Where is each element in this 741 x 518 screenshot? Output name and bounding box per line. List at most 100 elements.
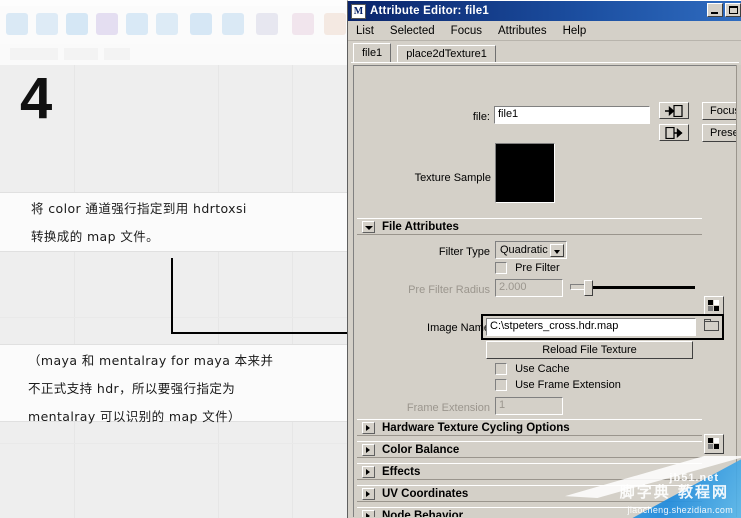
frame-extension-label: Frame Extension <box>406 402 490 414</box>
section-header-node-behavior[interactable]: Node Behavior <box>357 507 702 517</box>
arrow-out-of-box-icon <box>665 126 683 139</box>
tutorial-paren-line-1: （maya 和 mentalray for maya 本来并 <box>28 353 274 368</box>
toolbar-icon-4 <box>96 13 118 35</box>
toolbar-icon-2 <box>36 13 58 35</box>
tutorial-paren-line-2: 不正式支持 hdr，所以要强行指定为 <box>28 381 236 396</box>
image-name-input[interactable]: C:\stpeters_cross.hdr.map <box>486 318 696 336</box>
pre-filter-radius-map-button[interactable] <box>704 296 724 316</box>
screenshot-root: 4 将 color 通道强行指定到用 hdrtoxsi 转换成的 map 文件。… <box>0 0 741 518</box>
node-tabs: file1 place2dTexture1 <box>353 43 496 62</box>
save-attributes-button[interactable] <box>659 124 689 141</box>
load-attributes-button[interactable] <box>659 102 689 119</box>
section-title-file-attributes: File Attributes <box>382 220 459 233</box>
page-guide-h-2 <box>0 443 347 444</box>
menu-list[interactable]: List <box>356 24 382 38</box>
chevron-right-icon <box>362 509 375 517</box>
tutorial-note-line-1: 将 color 通道强行指定到用 hdrtoxsi <box>31 201 247 216</box>
background-app-toolbar <box>0 6 347 45</box>
use-frame-extension-checkbox-row[interactable]: Use Frame Extension <box>495 379 621 392</box>
section-title-node-behavior: Node Behavior <box>382 509 464 518</box>
menu-attributes[interactable]: Attributes <box>498 24 555 38</box>
section-title-effects: Effects <box>382 465 421 478</box>
chevron-right-icon <box>362 487 375 500</box>
section-header-file-attributes[interactable]: File Attributes <box>357 218 702 235</box>
toolbar-icon-6 <box>156 13 178 35</box>
chevron-down-icon[interactable] <box>550 244 564 257</box>
tutorial-paren-line-3: mentalray 可以识别的 map 文件） <box>28 409 241 424</box>
file-label: file: <box>472 111 490 123</box>
page-guide-h-1 <box>0 317 347 318</box>
frame-extension-input[interactable]: 1 <box>495 397 563 415</box>
use-frame-extension-checkbox[interactable] <box>495 379 507 392</box>
frame-extension-map-button[interactable] <box>704 434 724 454</box>
slider-track <box>592 286 695 289</box>
filter-type-value: Quadratic <box>500 244 548 256</box>
toolbar-icon-9 <box>256 13 278 35</box>
background-app-formatbar <box>0 44 347 66</box>
texture-sample-label: Texture Sample <box>414 172 491 184</box>
page-guide-v-2 <box>218 65 219 518</box>
reload-file-texture-button[interactable]: Reload File Texture <box>486 341 693 359</box>
menu-selected[interactable]: Selected <box>390 24 443 38</box>
filter-type-label: Filter Type <box>438 246 490 258</box>
attribute-editor-scrollbar[interactable] <box>736 65 741 517</box>
toolbar-icon-8 <box>222 13 244 35</box>
texture-sample-swatch[interactable] <box>495 143 555 203</box>
section-header-uv-coordinates[interactable]: UV Coordinates <box>357 485 702 502</box>
window-titlebar[interactable]: M Attribute Editor: file1 <box>348 1 741 21</box>
maximize-button[interactable] <box>725 3 741 17</box>
window-controls <box>707 3 741 17</box>
pre-filter-label: Pre Filter <box>515 262 560 275</box>
pre-filter-radius-slider[interactable] <box>570 279 700 297</box>
section-header-effects[interactable]: Effects <box>357 463 702 480</box>
minimize-button[interactable] <box>707 3 723 17</box>
pre-filter-checkbox[interactable] <box>495 262 507 275</box>
step-number: 4 <box>20 66 52 131</box>
slider-thumb[interactable] <box>584 280 593 296</box>
filter-type-select[interactable]: Quadratic <box>495 241 567 259</box>
tabs-underline <box>351 62 739 63</box>
file-name-input[interactable]: file1 <box>494 106 650 124</box>
section-title-hardware-texture-cycling-options: Hardware Texture Cycling Options <box>382 421 570 434</box>
page-guide-v-3 <box>292 65 293 518</box>
use-cache-label: Use Cache <box>515 363 570 376</box>
use-cache-checkbox-row[interactable]: Use Cache <box>495 363 570 376</box>
menu-focus[interactable]: Focus <box>451 24 490 38</box>
chevron-down-icon <box>362 220 375 233</box>
menubar: List Selected Focus Attributes Help <box>348 21 741 41</box>
use-frame-extension-label: Use Frame Extension <box>515 379 621 392</box>
menu-help[interactable]: Help <box>563 24 595 38</box>
section-title-color-balance: Color Balance <box>382 443 460 456</box>
section-header-color-balance[interactable]: Color Balance <box>357 441 702 458</box>
formatbar-chip-3 <box>104 48 130 60</box>
presets-button[interactable]: Presets <box>702 124 736 142</box>
page-guide-v-1 <box>74 65 75 518</box>
toolbar-icon-1 <box>6 13 28 35</box>
image-name-label: Image Name <box>427 322 490 334</box>
callout-leader-vertical <box>171 258 173 334</box>
tab-file1[interactable]: file1 <box>353 43 392 62</box>
pre-filter-checkbox-row[interactable]: Pre Filter <box>495 262 560 275</box>
toolbar-icon-10 <box>292 13 314 35</box>
toolbar-icon-7 <box>190 13 212 35</box>
formatbar-chip-1 <box>10 48 58 60</box>
toolbar-icon-3 <box>66 13 88 35</box>
toolbar-icon-11 <box>324 13 346 35</box>
toolbar-icon-5 <box>126 13 148 35</box>
tab-place2dtexture1[interactable]: place2dTexture1 <box>397 45 496 62</box>
use-cache-checkbox[interactable] <box>495 363 507 376</box>
chevron-right-icon <box>362 443 375 456</box>
focus-button[interactable]: Focus <box>702 102 736 120</box>
pre-filter-radius-input[interactable]: 2.000 <box>495 279 563 297</box>
window-title: Attribute Editor: file1 <box>370 5 489 17</box>
attribute-editor-window: M Attribute Editor: file1 List Selected … <box>347 0 741 518</box>
maya-logo-icon: M <box>351 3 366 19</box>
chevron-right-icon <box>362 421 375 434</box>
tutorial-page-canvas <box>0 65 347 518</box>
formatbar-chip-2 <box>64 48 98 60</box>
section-header-hardware-texture-cycling-options[interactable]: Hardware Texture Cycling Options <box>357 419 702 436</box>
tutorial-note-line-2: 转换成的 map 文件。 <box>31 229 160 244</box>
pre-filter-radius-label: Pre Filter Radius <box>408 284 490 296</box>
arrow-into-box-icon <box>665 104 683 117</box>
attribute-content-area: file: file1 Focus Pres Texture Sample Fi… <box>353 65 737 517</box>
